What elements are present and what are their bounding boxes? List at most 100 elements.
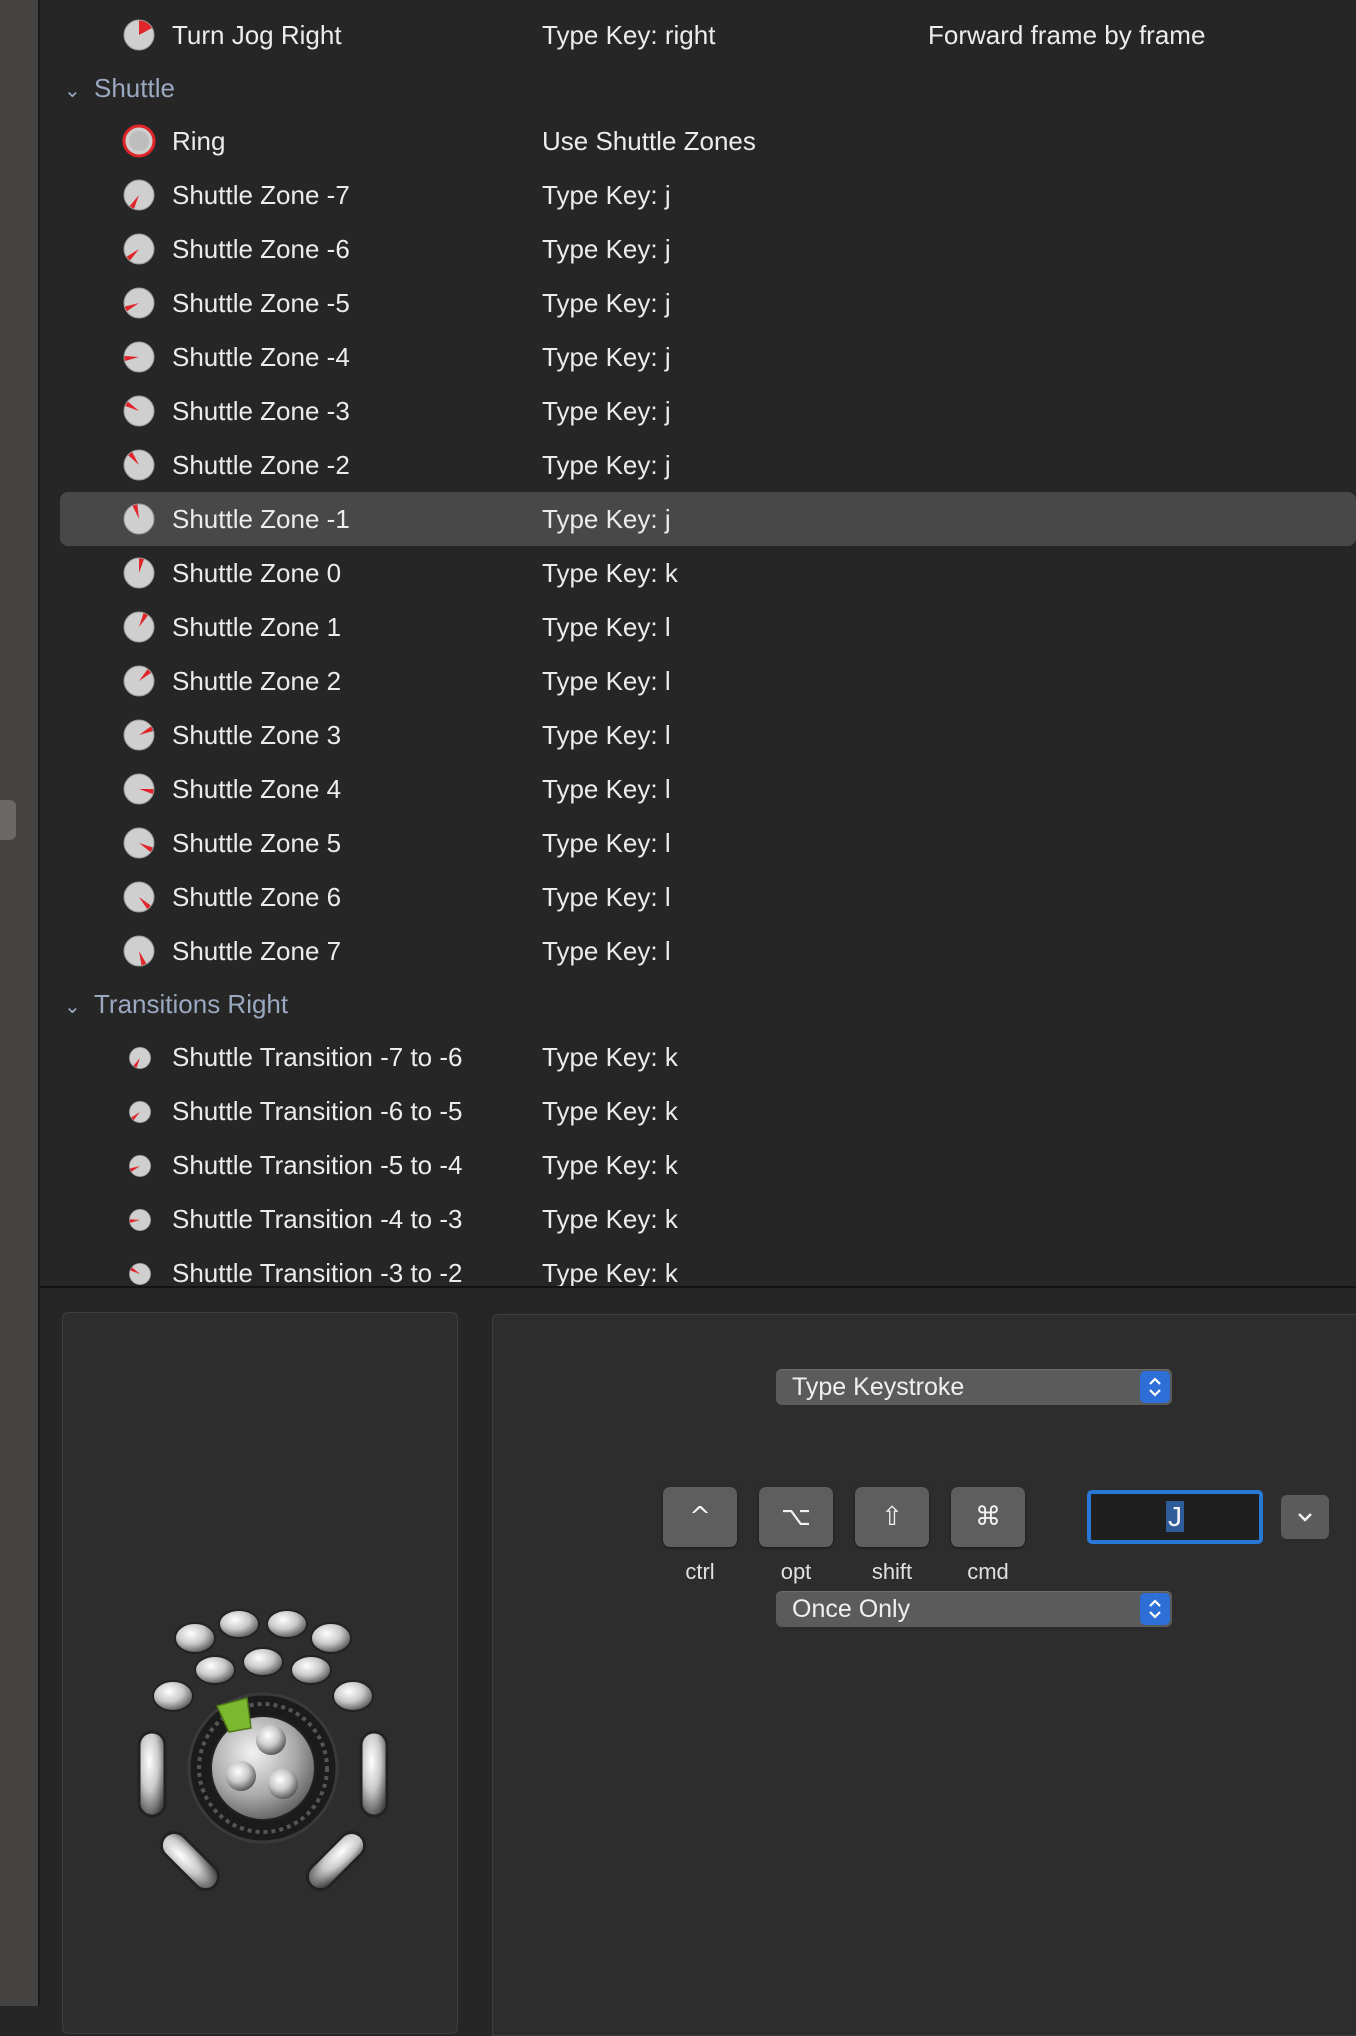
- opt-modifier-label: opt: [780, 1559, 812, 1584]
- assigned-action: Type Key: j: [542, 342, 671, 372]
- assigned-action: Type Key: l: [542, 612, 671, 642]
- shuttle-zone-dial-icon: [122, 934, 156, 968]
- editor-area: Type Keystroke ^ ctrl ⌥ opt ⇧ shift ⌘ cmd J Onc…: [40, 1288, 1356, 2036]
- button-name: Shuttle Zone 7: [172, 936, 342, 966]
- shuttle-zone-dial-icon: [122, 232, 156, 266]
- jog-right-dial-icon: [122, 18, 156, 52]
- list-item[interactable]: Shuttle Zone -3 Type Key: j: [40, 384, 1356, 438]
- key-input-field[interactable]: J: [1087, 1490, 1263, 1544]
- list-item[interactable]: Shuttle Zone 5 Type Key: l: [40, 816, 1356, 870]
- chevron-down-icon[interactable]: ⌄: [64, 78, 81, 103]
- button-name: Shuttle Zone -5: [172, 288, 350, 318]
- list-item[interactable]: Shuttle Zone -2 Type Key: j: [40, 438, 1356, 492]
- button-name: Shuttle Zone 6: [172, 882, 342, 912]
- assigned-action: Type Key: l: [542, 882, 671, 912]
- assigned-action: Type Key: j: [542, 504, 671, 534]
- list-item[interactable]: Shuttle Transition -4 to -3 Type Key: k: [40, 1192, 1356, 1246]
- section-header-transitions-right[interactable]: ⌄ Transitions Right: [40, 978, 1356, 1030]
- assigned-action: Type Key: j: [542, 180, 671, 210]
- repeat-mode-popup[interactable]: Once Only: [776, 1591, 1172, 1627]
- assigned-action: Type Key: k: [542, 1096, 678, 1126]
- action-settings-panel: Type Keystroke ^ ctrl ⌥ opt ⇧ shift ⌘ cmd J Onc…: [492, 1314, 1356, 2036]
- assigned-action: Type Key: k: [542, 558, 678, 588]
- shuttle-transition-dial-icon: [128, 1154, 152, 1178]
- opt-modifier-button[interactable]: ⌥: [759, 1487, 833, 1547]
- shuttle-ring: [187, 1692, 339, 1844]
- list-item[interactable]: Shuttle Zone -6 Type Key: j: [40, 222, 1356, 276]
- list-item[interactable]: Shuttle Zone -5 Type Key: j: [40, 276, 1356, 330]
- list-item[interactable]: Shuttle Zone 0 Type Key: k: [40, 546, 1356, 600]
- list-item[interactable]: Turn Jog Right Type Key: right Forward fra…: [40, 8, 1356, 62]
- cmd-modifier-label: cmd: [967, 1559, 1009, 1584]
- assigned-action: Type Key: l: [542, 936, 671, 966]
- list-item[interactable]: Shuttle Zone 1 Type Key: l: [40, 600, 1356, 654]
- list-item[interactable]: Shuttle Zone 4 Type Key: l: [40, 762, 1356, 816]
- list-item[interactable]: Shuttle Zone 7 Type Key: l: [40, 924, 1356, 978]
- list-item[interactable]: Shuttle Transition -3 to -2 Type Key: k: [40, 1246, 1356, 1286]
- list-item[interactable]: Shuttle Transition -6 to -5 Type Key: k: [40, 1084, 1356, 1138]
- device-preview-panel: [62, 1312, 458, 2034]
- shuttle-zone-dial-icon: [122, 664, 156, 698]
- assigned-action: Type Key: l: [542, 720, 671, 750]
- list-item[interactable]: Shuttle Zone -7 Type Key: j: [40, 168, 1356, 222]
- list-item[interactable]: Shuttle Zone 6 Type Key: l: [40, 870, 1356, 924]
- shuttle-zone-dial-icon: [122, 826, 156, 860]
- shuttle-transition-dial-icon: [128, 1262, 152, 1286]
- assigned-action: Type Key: l: [542, 828, 671, 858]
- ring-dial-icon: [122, 124, 156, 158]
- shuttle-zone-dial-icon: [122, 340, 156, 374]
- shuttle-transition-dial-icon: [128, 1100, 152, 1124]
- button-name: Turn Jog Right: [172, 20, 342, 50]
- cmd-modifier-button[interactable]: ⌘: [951, 1487, 1025, 1547]
- button-assignment-list: Turn Jog Right Type Key: right Forward fra…: [40, 0, 1356, 1286]
- button-name: Shuttle Zone 4: [172, 774, 342, 804]
- assigned-action: Use Shuttle Zones: [542, 126, 756, 156]
- assigned-action: Type Key: l: [542, 666, 671, 696]
- list-item[interactable]: Shuttle Zone -1 Type Key: j: [60, 492, 1356, 546]
- button-name: Shuttle Zone -7: [172, 180, 350, 210]
- control-key-icon: ^: [689, 1502, 711, 1532]
- shuttle-zone-dial-icon: [122, 394, 156, 428]
- shuttle-transition-dial-icon: [128, 1046, 152, 1070]
- assigned-action: Type Key: k: [542, 1150, 678, 1180]
- shuttle-transition-dial-icon: [128, 1208, 152, 1232]
- button-name: Shuttle Transition -7 to -6: [172, 1042, 463, 1072]
- shuttle-zone-dial-icon: [122, 178, 156, 212]
- shift-modifier-button[interactable]: ⇧: [855, 1487, 929, 1547]
- button-name: Shuttle Zone -3: [172, 396, 350, 426]
- sidebar-collapse-handle[interactable]: [0, 800, 16, 840]
- shuttle-zone-dial-icon: [122, 556, 156, 590]
- button-name: Shuttle Transition -3 to -2: [172, 1258, 463, 1286]
- action-description: Forward frame by frame: [928, 20, 1206, 50]
- section-label: Transitions Right: [94, 989, 289, 1019]
- list-item[interactable]: Shuttle Zone 2 Type Key: l: [40, 654, 1356, 708]
- action-type-popup[interactable]: Type Keystroke: [776, 1369, 1172, 1405]
- button-name: Shuttle Transition -4 to -3: [172, 1204, 463, 1234]
- assigned-action: Type Key: k: [542, 1204, 678, 1234]
- popup-stepper-icon: [1140, 1371, 1170, 1403]
- shuttle-zone-dial-icon: [122, 880, 156, 914]
- key-menu-button[interactable]: [1281, 1495, 1329, 1539]
- button-name: Ring: [172, 126, 226, 156]
- repeat-mode-label: Once Only: [792, 1595, 911, 1623]
- assigned-action: Type Key: j: [542, 234, 671, 264]
- shuttle-zone-dial-icon: [122, 718, 156, 752]
- button-name: Shuttle Zone -2: [172, 450, 350, 480]
- list-item[interactable]: Shuttle Transition -7 to -6 Type Key: k: [40, 1030, 1356, 1084]
- button-name: Shuttle Transition -6 to -5: [172, 1096, 463, 1126]
- list-item[interactable]: Ring Use Shuttle Zones: [40, 114, 1356, 168]
- chevron-down-icon[interactable]: ⌄: [64, 994, 81, 1019]
- button-name: Shuttle Zone -6: [172, 234, 350, 264]
- list-item[interactable]: Shuttle Zone 3 Type Key: l: [40, 708, 1356, 762]
- section-label: Shuttle: [94, 73, 175, 103]
- list-item[interactable]: Shuttle Transition -5 to -4 Type Key: k: [40, 1138, 1356, 1192]
- list-item[interactable]: Shuttle Zone -4 Type Key: j: [40, 330, 1356, 384]
- key-value-text: J: [1166, 1501, 1184, 1532]
- ctrl-modifier-button[interactable]: ^: [663, 1487, 737, 1547]
- shuttle-zone-dial-icon: [122, 286, 156, 320]
- button-name: Shuttle Zone -1: [172, 504, 350, 534]
- assigned-action: Type Key: l: [542, 774, 671, 804]
- sidebar-strip: [0, 0, 40, 2006]
- assigned-action: Type Key: j: [542, 396, 671, 426]
- section-header-shuttle[interactable]: ⌄ Shuttle: [40, 62, 1356, 114]
